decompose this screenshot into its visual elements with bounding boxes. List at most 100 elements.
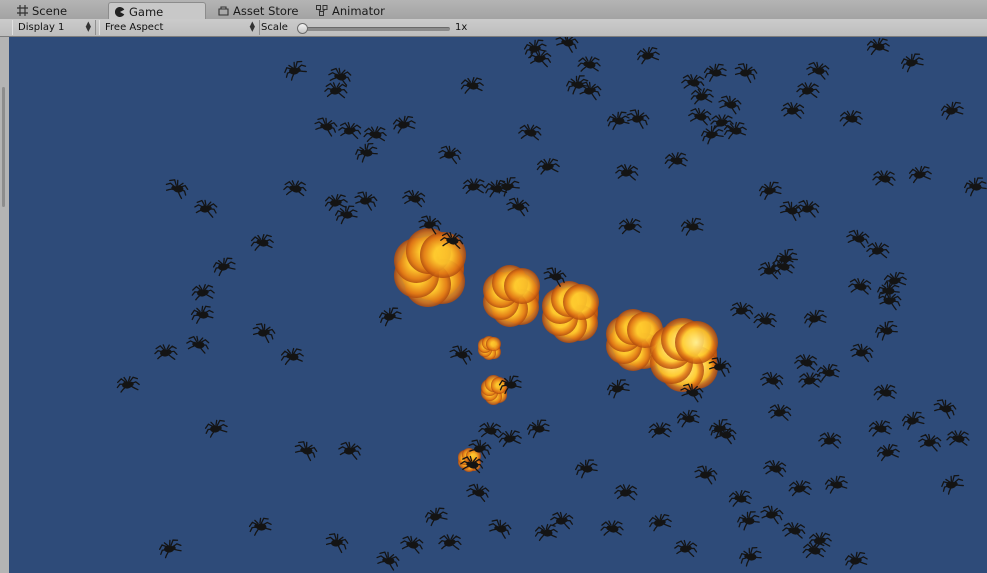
spider-enemy — [802, 542, 826, 559]
spider-enemy — [694, 465, 718, 485]
spider-enemy — [940, 101, 964, 120]
tab-asset-store[interactable]: Asset Store — [212, 2, 305, 19]
spider-enemy — [190, 305, 214, 324]
spider-enemy — [606, 111, 630, 131]
spider-enemy — [918, 433, 942, 452]
spider-enemy — [280, 347, 304, 366]
spider-enemy — [543, 267, 567, 287]
spider-enemy — [796, 82, 820, 98]
spider-enemy — [850, 343, 874, 363]
spider-enemy — [664, 152, 688, 169]
spider-enemy — [676, 409, 700, 428]
grid-icon — [17, 5, 28, 16]
spider-enemy — [460, 455, 484, 474]
spider-enemy — [734, 63, 758, 84]
spider-enemy — [688, 107, 712, 126]
fire-burst — [486, 336, 501, 352]
spider-enemy — [283, 180, 307, 197]
spider-enemy — [781, 102, 805, 119]
spider-enemy — [248, 517, 272, 536]
spider-enemy — [334, 205, 358, 225]
spider-enemy — [753, 312, 777, 329]
resize-grip[interactable] — [2, 87, 5, 207]
spider-enemy — [498, 429, 522, 447]
spider-enemy — [868, 420, 892, 437]
spider-enemy — [876, 443, 900, 462]
spider-enemy — [338, 121, 362, 140]
spider-enemy — [158, 539, 182, 559]
fire-burst — [503, 267, 540, 304]
spider-enemy — [250, 233, 274, 251]
spider-enemy — [462, 178, 486, 194]
spider-enemy — [402, 189, 426, 208]
spider-enemy — [578, 81, 602, 101]
aspect-dropdown[interactable]: Free Aspect ▲ ▼ — [99, 20, 260, 35]
spider-enemy — [355, 143, 378, 163]
aspect-dropdown-label: Free Aspect — [105, 22, 164, 33]
spider-enemy — [186, 335, 210, 354]
spider-enemy — [378, 307, 402, 327]
spider-enemy — [294, 441, 318, 462]
spider-enemy — [758, 181, 782, 200]
spider-enemy — [506, 197, 530, 217]
spider-enemy — [518, 124, 542, 141]
spider-enemy — [418, 215, 442, 235]
spider-enemy — [873, 384, 897, 401]
display-dropdown-label: Display 1 — [18, 22, 65, 33]
spider-enemy — [607, 379, 630, 399]
tab-asset-store-label: Asset Store — [233, 3, 299, 18]
spider-enemy — [600, 520, 624, 536]
spider-enemy — [723, 121, 747, 140]
spider-enemy — [440, 231, 464, 249]
spider-enemy — [768, 404, 792, 421]
spider-enemy — [534, 523, 558, 542]
spider-enemy — [424, 507, 448, 527]
spider-enemy — [739, 547, 762, 567]
spider-enemy — [866, 242, 890, 259]
display-dropdown[interactable]: Display 1 ▲ ▼ — [12, 20, 96, 35]
tab-scene-label: Scene — [32, 3, 68, 18]
spider-enemy — [466, 483, 490, 502]
spider-enemy — [796, 199, 820, 218]
spider-enemy — [794, 354, 818, 371]
spider-enemy — [191, 284, 215, 301]
scale-slider-thumb[interactable] — [297, 23, 308, 34]
tab-scene[interactable]: Scene — [11, 2, 73, 19]
tab-game[interactable]: Game — [108, 2, 206, 20]
spider-enemy — [760, 505, 784, 525]
spider-enemy — [690, 88, 714, 105]
scale-slider-track[interactable] — [300, 27, 450, 31]
tab-game-label: Game — [129, 4, 164, 19]
spider-enemy — [872, 170, 896, 186]
spider-enemy — [878, 291, 902, 311]
spider-enemy — [908, 165, 932, 184]
spider-enemy — [212, 257, 236, 277]
spider-enemy — [314, 117, 338, 137]
spider-enemy — [614, 484, 638, 501]
spider-enemy — [449, 345, 473, 365]
spider-enemy — [284, 60, 307, 81]
spider-enemy — [900, 53, 924, 73]
spider-enemy — [536, 158, 560, 175]
animator-icon — [316, 5, 328, 16]
spider-enemy — [713, 425, 737, 445]
store-icon — [218, 5, 229, 16]
spider-enemy — [618, 218, 642, 235]
spider-enemy — [438, 534, 462, 550]
spider-enemy — [964, 177, 987, 197]
game-viewport[interactable] — [9, 37, 987, 573]
spider-enemy — [875, 321, 898, 341]
scale-label: Scale — [261, 22, 288, 33]
spider-enemy — [488, 519, 512, 539]
spider-enemy — [626, 109, 650, 129]
spider-enemy — [116, 376, 140, 393]
spider-enemy — [806, 61, 830, 80]
spider-enemy — [680, 383, 704, 403]
spider-enemy — [324, 82, 348, 99]
spider-enemy — [204, 419, 228, 438]
spider-enemy — [763, 459, 787, 477]
spider-enemy — [194, 199, 218, 218]
spider-enemy — [577, 56, 601, 72]
editor-tab-bar: Scene Game Asset Store Animator — [0, 0, 987, 20]
tab-animator[interactable]: Animator — [310, 2, 391, 19]
